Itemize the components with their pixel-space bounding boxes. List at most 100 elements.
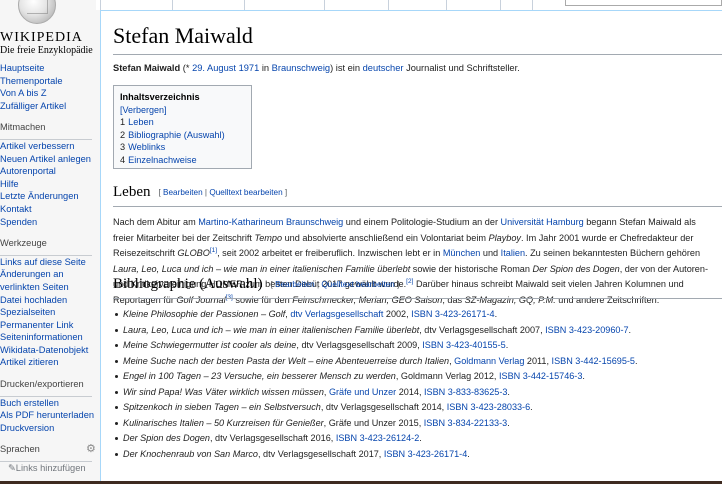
bibliography-item: Engel in 100 Tagen – 23 Versuche, ein be… (113, 369, 722, 385)
birthplace-link[interactable]: Braunschweig (272, 63, 330, 73)
sidebar-item-pdf-herunterladen[interactable]: Als PDF herunterladen (0, 409, 100, 422)
year: 2015, (395, 417, 424, 428)
sidebar-item-verlinkten-seiten[interactable]: verlinkten Seiten (0, 281, 100, 294)
year: 2011, (524, 355, 552, 366)
sidebar-item-links-auf-diese-seite[interactable]: Links auf diese Seite (0, 256, 100, 269)
section-edit-links: [ Bearbeiten | Quelltext bearbeiten ] (158, 188, 288, 198)
end: . (530, 402, 533, 412)
isbn-link[interactable]: ISBN 3-442-15746-3 (499, 371, 582, 381)
sidebar-item-letzte-aenderungen[interactable]: Letzte Änderungen (0, 190, 100, 203)
sidebar-item-zufaelliger-artikel[interactable]: Zufälliger Artikel (0, 100, 100, 113)
sidebar-item-spezialseiten[interactable]: Spezialseiten (0, 306, 100, 319)
sidebar-item-artikel-verbessern[interactable]: Artikel verbessern (0, 140, 100, 153)
publisher[interactable]: dtv Verlagsgesellschaft (290, 309, 383, 319)
year: 2002, (383, 309, 412, 319)
sidebar-item-artikel-zitieren[interactable]: Artikel zitieren (0, 356, 100, 369)
edit-link[interactable]: Bearbeiten (275, 280, 315, 289)
page-title: Stefan Maiwald (113, 23, 253, 48)
sidebar-item-buch-erstellen[interactable]: Buch erstellen (0, 397, 100, 410)
section-heading-bibliographie: Bibliographie (Auswahl)[ Bearbeiten | Qu… (113, 276, 400, 292)
tab-divider (446, 0, 447, 10)
tab-divider (532, 0, 533, 10)
paragraph-line: freier Mitarbeiter bei der Zeitschrift T… (113, 232, 694, 243)
logo-tagline: Die freie Enzyklopädie (0, 45, 93, 56)
tab-divider (100, 0, 101, 10)
book-title: Spitzenkoch in sieben Tagen – ein Selbst… (123, 402, 321, 412)
sidebar-drucken: Buch erstellen Als PDF herunterladen Dru… (0, 397, 100, 435)
isbn-link[interactable]: ISBN 3-442-15695-5 (552, 356, 635, 366)
sidebar-item-seiteninformationen[interactable]: Seiteninformationen (0, 331, 100, 344)
isbn-link[interactable]: ISBN 3-423-40155-5 (422, 340, 505, 350)
publisher: dtv Verlagsgesellschaft (301, 340, 395, 350)
book-title: Wir sind Papa! Was Väter wirklich wissen… (123, 386, 324, 397)
book-title: Kulinarisches Italien – 50 Kurzreisen fü… (123, 417, 324, 428)
tab-divider (500, 0, 501, 10)
end: . (628, 324, 632, 335)
isbn-link[interactable]: ISBN 3-423-20960-7 (545, 325, 628, 335)
toc-entry-einzelnachweise[interactable]: 4 Einzelnachweise (120, 154, 245, 167)
sidebar: Hauptseite Themenportale Von A bis Z Zuf… (0, 62, 100, 475)
sidebar-item-permanenter-link[interactable]: Permanenter Link (0, 319, 100, 332)
nationality-link[interactable]: deutscher (363, 63, 404, 73)
tab-divider (172, 0, 173, 10)
isbn-link[interactable]: ISBN 3-833-83625-3 (424, 387, 507, 397)
sidebar-item-datei-hochladen[interactable]: Datei hochladen (0, 294, 100, 307)
sidebar-heading-werkzeuge[interactable]: Werkzeuge (0, 237, 100, 250)
sidebar-item-kontakt[interactable]: Kontakt (0, 203, 100, 216)
sidebar-item-a-bis-z[interactable]: Von A bis Z (0, 87, 100, 100)
book-title: Kleine Philosophie der Passionen – Golf (123, 309, 286, 319)
edit-source-link[interactable]: Quelltext bearbeiten (209, 188, 282, 197)
year: 2014, (418, 402, 447, 412)
bibliography-item: Wir sind Papa! Was Väter wirklich wissen… (113, 385, 722, 401)
toc-entry-leben[interactable]: 1 Leben (120, 116, 245, 129)
sidebar-item-hilfe[interactable]: Hilfe (0, 178, 100, 191)
sidebar-item-autorenportal[interactable]: Autorenportal (0, 165, 100, 178)
publisher: dtv Verlagsgesellschaft (263, 448, 357, 459)
publisher[interactable]: Gräfe und Unzer (329, 387, 396, 397)
toc-toggle-link[interactable]: [Verbergen] (120, 105, 167, 115)
sidebar-item-wikidata[interactable]: Wikidata-Datenobjekt (0, 344, 100, 357)
muenchen-link[interactable]: München (443, 248, 481, 258)
reference-link[interactable]: [3] (226, 293, 233, 301)
edit-link[interactable]: Bearbeiten (163, 188, 203, 197)
tab-divider (244, 0, 245, 10)
bibliography-item: Meine Schwiegermutter ist cooler als dei… (113, 338, 722, 354)
edit-source-link[interactable]: Quelltext bearbeiten (321, 280, 394, 289)
publisher: dtv Verlagsgesellschaft (424, 324, 518, 335)
university-link[interactable]: Universität Hamburg (501, 217, 584, 227)
isbn-link[interactable]: ISBN 3-423-28033-6 (447, 402, 530, 412)
sidebar-item-neuen-artikel[interactable]: Neuen Artikel anlegen (0, 153, 100, 166)
isbn-link[interactable]: ISBN 3-834-22133-3 (424, 418, 507, 428)
paragraph-line: Reisezeitschrift GLOBO[1], seit 2002 arb… (113, 246, 701, 258)
wikipedia-logo[interactable]: WIKIPEDIA Die freie Enzyklopädie (0, 0, 100, 58)
isbn-link[interactable]: ISBN 3-423-26171-4 (384, 449, 467, 459)
sidebar-heading-sprachen[interactable]: Sprachen (0, 443, 100, 456)
isbn-link[interactable]: ISBN 3-423-26124-2 (336, 433, 419, 443)
lead-paragraph: Stefan Maiwald (* 29. August 1971 in Bra… (113, 63, 520, 73)
italien-link[interactable]: Italien (501, 248, 525, 258)
end: . (494, 309, 498, 319)
end: . (507, 386, 510, 397)
logo-wordmark: WIKIPEDIA (0, 30, 83, 45)
publisher: dtv Verlagsgesellschaft (215, 433, 309, 443)
school-link[interactable]: Martino-Katharineum Braunschweig (198, 217, 343, 227)
publisher[interactable]: Goldmann Verlag (454, 356, 524, 366)
year: 2009, (394, 340, 423, 350)
search-input[interactable] (565, 0, 722, 6)
toc-entry-bibliographie[interactable]: 2 Bibliographie (Auswahl) (120, 129, 245, 142)
sidebar-item-hauptseite[interactable]: Hauptseite (0, 62, 100, 75)
isbn-link[interactable]: ISBN 3-423-26171-4 (411, 309, 494, 319)
sidebar-item-druckversion[interactable]: Druckversion (0, 422, 100, 435)
gear-icon[interactable]: ⚙ (86, 443, 96, 456)
sidebar-heading-drucken[interactable]: Drucken/exportieren (0, 378, 100, 391)
toc-entry-weblinks[interactable]: 3 Weblinks (120, 141, 245, 154)
pencil-icon: ✎ (8, 463, 16, 474)
sidebar-item-aenderungen-an[interactable]: Änderungen an (0, 268, 100, 281)
sidebar-heading-mitmachen[interactable]: Mitmachen (0, 121, 100, 134)
book-title: Meine Schwiegermutter ist cooler als dei… (123, 340, 297, 350)
sidebar-item-themenportale[interactable]: Themenportale (0, 75, 100, 88)
birthdate-link[interactable]: 29. August 1971 (192, 63, 259, 73)
sidebar-item-spenden[interactable]: Spenden (0, 216, 100, 229)
add-links-link[interactable]: ✎Links hinzufügen (0, 462, 100, 475)
book-title: Meine Suche nach der besten Pasta der We… (123, 355, 450, 366)
